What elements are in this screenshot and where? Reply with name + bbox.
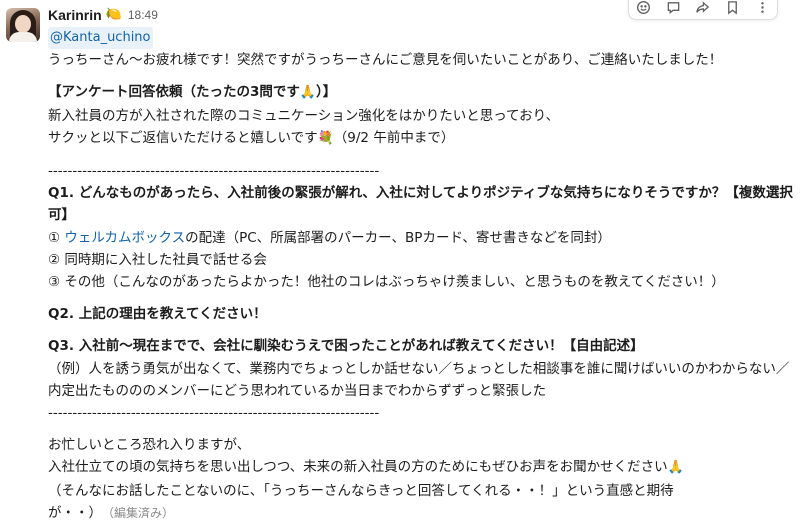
closing-text-3: （そんなにお話したことないのに、「うっちーさんならきっと回答してくれる・・！」と…	[48, 482, 674, 499]
welcome-box-link[interactable]: ウェルカムボックス	[64, 230, 185, 246]
avatar-shirt	[9, 32, 37, 42]
option-3: ③ その他（こんなのがあったらよかった！他社のコレはぶっちゃけ羨ましい、と思うも…	[48, 274, 725, 291]
closing-text: お忙しいところ恐れ入りますが、	[48, 437, 251, 454]
request-title: 【アンケート回答依頼（たったの3問です🙏）】	[48, 81, 793, 104]
closing-text-2: 入社仕立ての頃の気持ちを思い出しつつ、未来の新入社員の方のためにもぜひお声をお聞…	[48, 456, 793, 479]
message-header: Karinrin 🍋 18:49	[48, 4, 793, 26]
author-name[interactable]: Karinrin	[48, 4, 102, 26]
option-2: ② 同時期に入社した社員で話せる会	[48, 251, 267, 268]
question-3: Q3. 入社前～現在までで、会社に馴染むうえで困ったことがあれば教えてください！…	[48, 338, 644, 355]
question-3-example-continued: 内定出たものののメンバーにどう思われているか当日までわからずずっと緊張した	[48, 382, 547, 399]
option-1: ① ウェルカムボックスの配達（PC、所属部署のパーカー、BPカード、寄せ書きなど…	[48, 229, 611, 246]
divider-text: ----------------------------------------…	[48, 163, 380, 180]
avatar[interactable]	[6, 8, 40, 42]
divider-text-2: ----------------------------------------…	[48, 405, 380, 422]
folded-hands-icon: 🙏	[667, 460, 684, 476]
closing-text-4: が・・） （編集済み）	[48, 504, 175, 521]
avatar-face	[15, 15, 31, 33]
lemon-status-icon: 🍋	[105, 6, 122, 22]
folded-hands-icon: 🙏	[299, 85, 317, 101]
question-3-example: （例）人を誘う勇気が出なくて、業務内でちょっとしか話せない／ちょっとした相談事を…	[48, 360, 790, 377]
bouquet-icon: 💐	[317, 130, 334, 146]
user-mention[interactable]: @Kanta_uchino	[48, 27, 153, 50]
edited-label: （編集済み）	[108, 505, 175, 520]
message: Karinrin 🍋 18:49 @Kanta_uchino うっちーさん～お疲…	[48, 4, 793, 524]
greeting-text: うっちーさん～お疲れ様です！突然ですがうっちーさんにご意見を伺いたいことがあり、…	[48, 52, 723, 69]
question-1-continued: 可】	[48, 207, 75, 224]
question-2: Q2. 上記の理由を教えてください！	[48, 306, 267, 323]
intro-text: 新入社員の方が入社された際のコミュニケーション強化をはかりたいと思っており、	[48, 107, 560, 124]
timestamp[interactable]: 18:49	[128, 4, 158, 26]
intro-text-2: サクッと以下ご返信いただけると嬉しいです💐（9/2 午前中まで）	[48, 127, 793, 150]
question-1: Q1. どんなものがあったら、入社前後の緊張が解れ、入社に対してよりポジティブな…	[48, 185, 793, 202]
